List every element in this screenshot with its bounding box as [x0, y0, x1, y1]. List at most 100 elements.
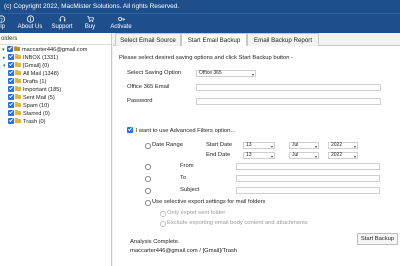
to-field[interactable]: [236, 175, 380, 182]
tree-item-label: Drafts (1): [23, 79, 47, 85]
advanced-filters-checkbox[interactable]: [127, 127, 133, 133]
support-button[interactable]: Support: [49, 14, 75, 34]
spam-checkbox[interactable]: [8, 102, 14, 108]
from-label: From: [180, 163, 194, 169]
all-mail-checkbox[interactable]: [8, 70, 14, 76]
saving-option-value: Office 365: [199, 70, 222, 76]
saving-option-select[interactable]: Office 365 ▾: [196, 70, 256, 77]
only-sent-radio[interactable]: [160, 211, 166, 217]
help-label: elp: [0, 24, 5, 30]
tree-item-starred[interactable]: Starred (0): [8, 109, 50, 118]
start-year-select[interactable]: 2022 ▾: [328, 142, 358, 149]
from-field[interactable]: [236, 163, 380, 170]
to-radio[interactable]: [145, 176, 151, 182]
tree-item-label: INBOX (1331): [23, 55, 59, 61]
folder-icon: [15, 101, 21, 107]
trash-checkbox[interactable]: [8, 118, 14, 124]
folder-icon: [15, 117, 21, 123]
title-bar: (c) Copyright 2022, MacMister Solutions.…: [0, 0, 400, 13]
buy-button[interactable]: Buy: [80, 14, 100, 34]
tree-item-sent-mail[interactable]: Sent Mail (5): [8, 93, 55, 102]
start-date-label: Start Date: [206, 142, 233, 148]
from-radio[interactable]: [145, 164, 151, 170]
tree-item-trash[interactable]: Trash (0): [8, 117, 46, 126]
status-analysis: Analysis Complete.: [130, 239, 180, 245]
saving-option-label: Select Saving Option: [127, 70, 182, 76]
start-month-select[interactable]: Jul ▾: [289, 142, 319, 149]
folder-icon: [15, 61, 21, 67]
tree-item-label: Spam (10): [23, 103, 50, 109]
start-backup-button[interactable]: Start Backup: [357, 233, 398, 245]
folder-icon: [15, 77, 21, 83]
chevron-down-icon: ▾: [314, 143, 317, 149]
tree-item-all-mail[interactable]: All Mail (1348): [8, 69, 59, 78]
tree-item-label: Starred (0): [23, 111, 50, 117]
selective-export-label: Use selective export settings for mail f…: [152, 199, 266, 205]
selective-export-radio[interactable]: [145, 200, 151, 206]
tree-account[interactable]: ▾ maccarter446@gmail.com: [2, 45, 87, 54]
sidebar-header: olders: [0, 33, 111, 45]
folder-sidebar: olders ▾ maccarter446@gmail.com ▸ INBOX (1…: [0, 33, 112, 266]
tree-item-label: Important (185): [23, 87, 62, 93]
drafts-checkbox[interactable]: [8, 78, 14, 84]
tree-item-gmail[interactable]: ▾ [Gmail] (0): [3, 61, 50, 70]
cart-icon: [86, 16, 94, 23]
chevron-down-icon: ▾: [353, 143, 356, 149]
toolbar: ? elp About Us Support Buy Activate: [0, 13, 400, 33]
tree-item-label: Trash (0): [23, 119, 46, 125]
chevron-down-icon: ▾: [353, 153, 356, 159]
advanced-filters-option[interactable]: I want to use Advanced Filters option...: [127, 127, 235, 134]
office365-email-label: Office 365 Email: [127, 84, 170, 90]
tree-item-label: All Mail (1348): [23, 71, 59, 77]
date-range-radio[interactable]: [145, 143, 151, 149]
instruction-text: Please select desired saving options and…: [119, 55, 294, 61]
support-icon: [59, 16, 65, 22]
tree-item-important[interactable]: Important (185): [8, 85, 62, 94]
tab-start-email-backup[interactable]: Start Email Backup: [181, 33, 247, 47]
subject-field[interactable]: [236, 187, 380, 194]
help-button[interactable]: ? elp: [0, 14, 8, 34]
sent-mail-checkbox[interactable]: [8, 94, 14, 100]
status-path: maccarter446@gmail.com / [Gmail]/Trash: [130, 248, 238, 254]
folder-icon: [15, 93, 21, 99]
chevron-down-icon: ▾: [251, 71, 254, 77]
activate-button[interactable]: Activate: [106, 14, 136, 34]
advanced-filters-label: I want to use Advanced Filters option...: [135, 128, 236, 134]
tree-item-label: [Gmail] (0): [23, 63, 50, 69]
key-icon: [117, 17, 125, 21]
tree-item-drafts[interactable]: Drafts (1): [8, 77, 47, 86]
backup-panel: Please select desired saving options and…: [113, 46, 400, 266]
inbox-checkbox[interactable]: [8, 54, 14, 60]
tab-email-backup-report[interactable]: Email Backup Report: [247, 33, 319, 46]
folder-icon: [15, 53, 21, 59]
end-year-select[interactable]: 2022 ▾: [328, 152, 358, 159]
folder-icon: [15, 109, 21, 115]
end-day-select[interactable]: 13 ▾: [243, 152, 275, 159]
activate-label: Activate: [110, 24, 132, 30]
exclude-body-radio[interactable]: [160, 221, 166, 227]
gmail-checkbox[interactable]: [8, 62, 14, 68]
only-sent-label: Only export sent folder: [167, 210, 226, 216]
important-checkbox[interactable]: [8, 86, 14, 92]
svg-text:?: ?: [0, 17, 3, 23]
buy-label: Buy: [84, 24, 96, 30]
chevron-down-icon: ▾: [314, 153, 317, 159]
chevron-down-icon: ▾: [270, 143, 273, 149]
about-us-label: About Us: [17, 24, 43, 30]
about-us-button[interactable]: About Us: [16, 14, 44, 34]
help-icon: ?: [0, 15, 5, 23]
office365-email-field[interactable]: [196, 84, 381, 91]
window-title: (c) Copyright 2022, MacMister Solutions.…: [4, 3, 180, 10]
password-field[interactable]: [196, 98, 381, 105]
tab-select-email-source[interactable]: Select Email Source: [115, 33, 181, 46]
tree-item-label: Sent Mail (5): [23, 95, 55, 101]
subject-label: Subject: [180, 187, 200, 193]
info-icon: [26, 15, 34, 23]
starred-checkbox[interactable]: [8, 110, 14, 116]
chevron-down-icon: ▾: [270, 153, 273, 159]
start-day-select[interactable]: 13 ▾: [243, 142, 275, 149]
end-month-select[interactable]: Jul ▾: [289, 152, 319, 159]
tree-item-spam[interactable]: Spam (10): [8, 101, 50, 110]
subject-radio[interactable]: [145, 188, 151, 194]
account-checkbox[interactable]: [7, 46, 13, 52]
